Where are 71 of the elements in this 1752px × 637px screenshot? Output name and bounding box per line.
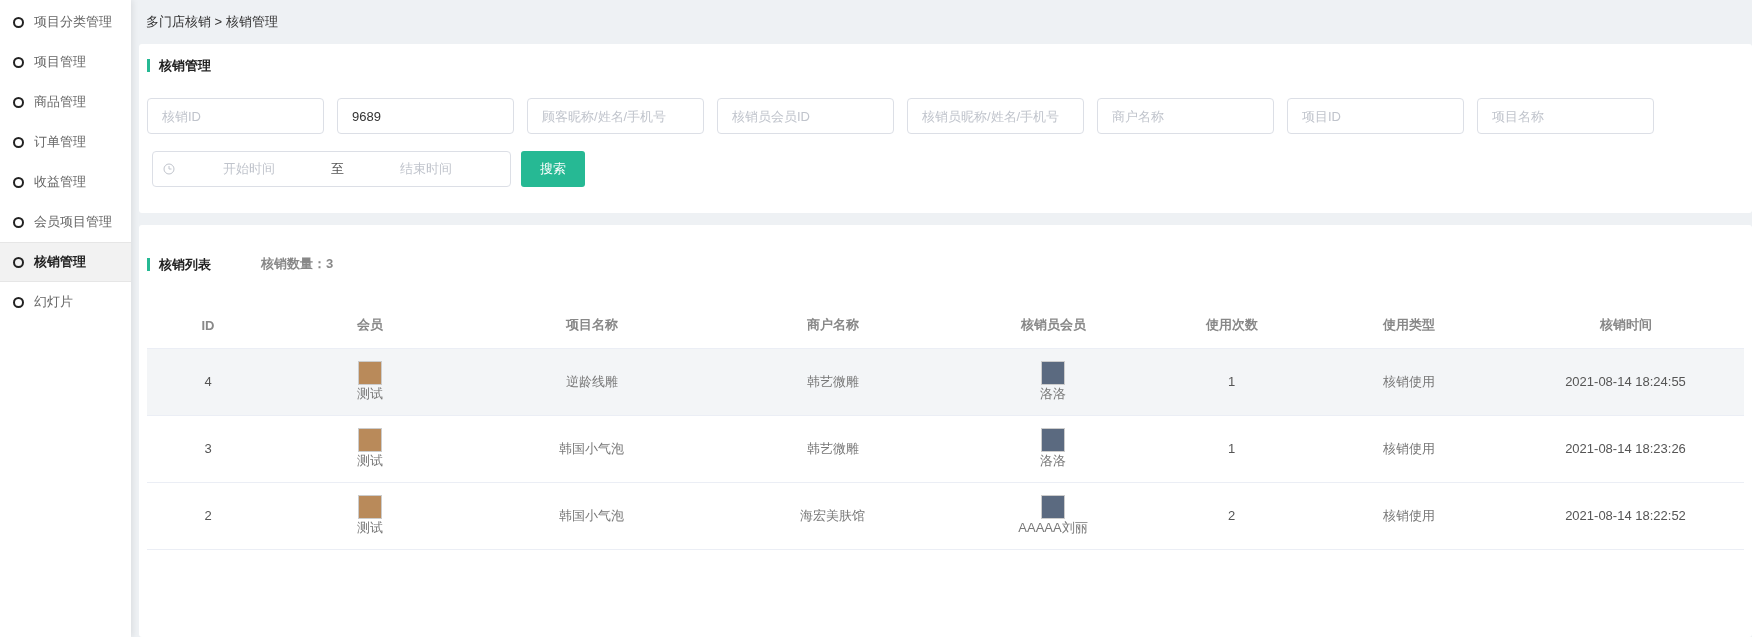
photo-placeholder: [1041, 427, 1065, 452]
input-field[interactable]: 商户名称: [1097, 98, 1274, 134]
sidebar-item[interactable]: 幻灯片: [0, 282, 131, 322]
table-cell: 核销使用: [1310, 348, 1507, 415]
input-field[interactable]: 项目名称: [1477, 98, 1654, 134]
table-cell: 3: [147, 415, 269, 482]
panel-title: 核销列表: [147, 257, 211, 271]
input-field[interactable]: 顾客昵称/姓名/手机号: [527, 98, 704, 134]
input-field[interactable]: 项目ID: [1287, 98, 1464, 134]
record-count: 核销数量：3: [261, 255, 334, 273]
staff-name: 洛洛: [1040, 384, 1066, 403]
circle-icon: [13, 256, 24, 268]
table-cell: 4: [147, 348, 269, 415]
table-cell: 韩艺微雕: [712, 415, 953, 482]
table-cell: 2: [147, 482, 269, 549]
table-cell: 2: [1153, 482, 1310, 549]
table-cell: 韩国小气泡: [471, 482, 712, 549]
circle-icon: [13, 96, 24, 108]
column-header: 使用次数: [1153, 303, 1310, 348]
photo-placeholder: [1041, 494, 1065, 519]
table-cell: 韩艺微雕: [712, 348, 953, 415]
photo-placeholder: [358, 494, 382, 519]
table-row[interactable]: 4 测试 逆龄线雕 韩艺微雕 洛洛 1 核销使用 2021-08-14 18:24:55: [147, 348, 1744, 415]
column-header: 使用类型: [1310, 303, 1507, 348]
panel-title: 核销管理: [147, 59, 1744, 72]
date-range-field[interactable]: 开始时间 至 结束时间: [152, 151, 511, 187]
clock-icon: [163, 163, 175, 175]
sidebar-item[interactable]: 项目管理: [0, 42, 131, 82]
sidebar-item[interactable]: 商品管理: [0, 82, 131, 122]
circle-icon: [13, 16, 24, 28]
column-header: 核销员会员: [953, 303, 1153, 348]
table-cell: 2021-08-14 18:22:52: [1507, 482, 1744, 549]
photo-placeholder: [358, 360, 382, 385]
input-field[interactable]: 核销员昵称/姓名/手机号: [907, 98, 1084, 134]
circle-icon: [13, 296, 24, 308]
input-field[interactable]: 9689: [337, 98, 514, 134]
table-row[interactable]: 3 测试 韩国小气泡 韩艺微雕 洛洛 1 核销使用 2021-08-14 18:23:26: [147, 415, 1744, 482]
input-field[interactable]: 核销员会员ID: [717, 98, 894, 134]
photo-placeholder: [1041, 360, 1065, 385]
column-header: 核销时间: [1507, 303, 1744, 348]
table-cell: 海宏美肤馆: [712, 482, 953, 549]
table-cell: 2021-08-14 18:24:55: [1507, 348, 1744, 415]
column-header: ID: [147, 303, 269, 348]
column-header: 项目名称: [471, 303, 712, 348]
table-cell: 逆龄线雕: [471, 348, 712, 415]
sidebar-item[interactable]: 核销管理: [0, 242, 131, 282]
member-name: 测试: [357, 518, 383, 537]
table-cell: 2021-08-14 18:23:26: [1507, 415, 1744, 482]
member-name: 测试: [357, 384, 383, 403]
member-name: 测试: [357, 451, 383, 470]
table-cell: 1: [1153, 348, 1310, 415]
sidebar-item[interactable]: 收益管理: [0, 162, 131, 202]
circle-icon: [13, 216, 24, 228]
photo-placeholder: [358, 427, 382, 452]
circle-icon: [13, 176, 24, 188]
staff-name: AAAAA刘丽: [1018, 518, 1088, 537]
sidebar-item[interactable]: 项目分类管理: [0, 2, 131, 42]
table-row[interactable]: 2 测试 韩国小气泡 海宏美肤馆 AAAAA刘丽 2 核销使用 2021-08-14 18:22:52: [147, 482, 1744, 549]
breadcrumb: 多门店核销 > 核销管理: [145, 13, 279, 31]
staff-name: 洛洛: [1040, 451, 1066, 470]
column-header: 会员: [269, 303, 471, 348]
circle-icon: [13, 56, 24, 68]
sidebar-item[interactable]: 会员项目管理: [0, 202, 131, 242]
table-cell: 1: [1153, 415, 1310, 482]
table-cell: 核销使用: [1310, 482, 1507, 549]
table-cell: 核销使用: [1310, 415, 1507, 482]
column-header: 商户名称: [712, 303, 953, 348]
circle-icon: [13, 136, 24, 148]
table-cell: 韩国小气泡: [471, 415, 712, 482]
input-field[interactable]: 核销ID: [147, 98, 324, 134]
sidebar-item[interactable]: 订单管理: [0, 122, 131, 162]
